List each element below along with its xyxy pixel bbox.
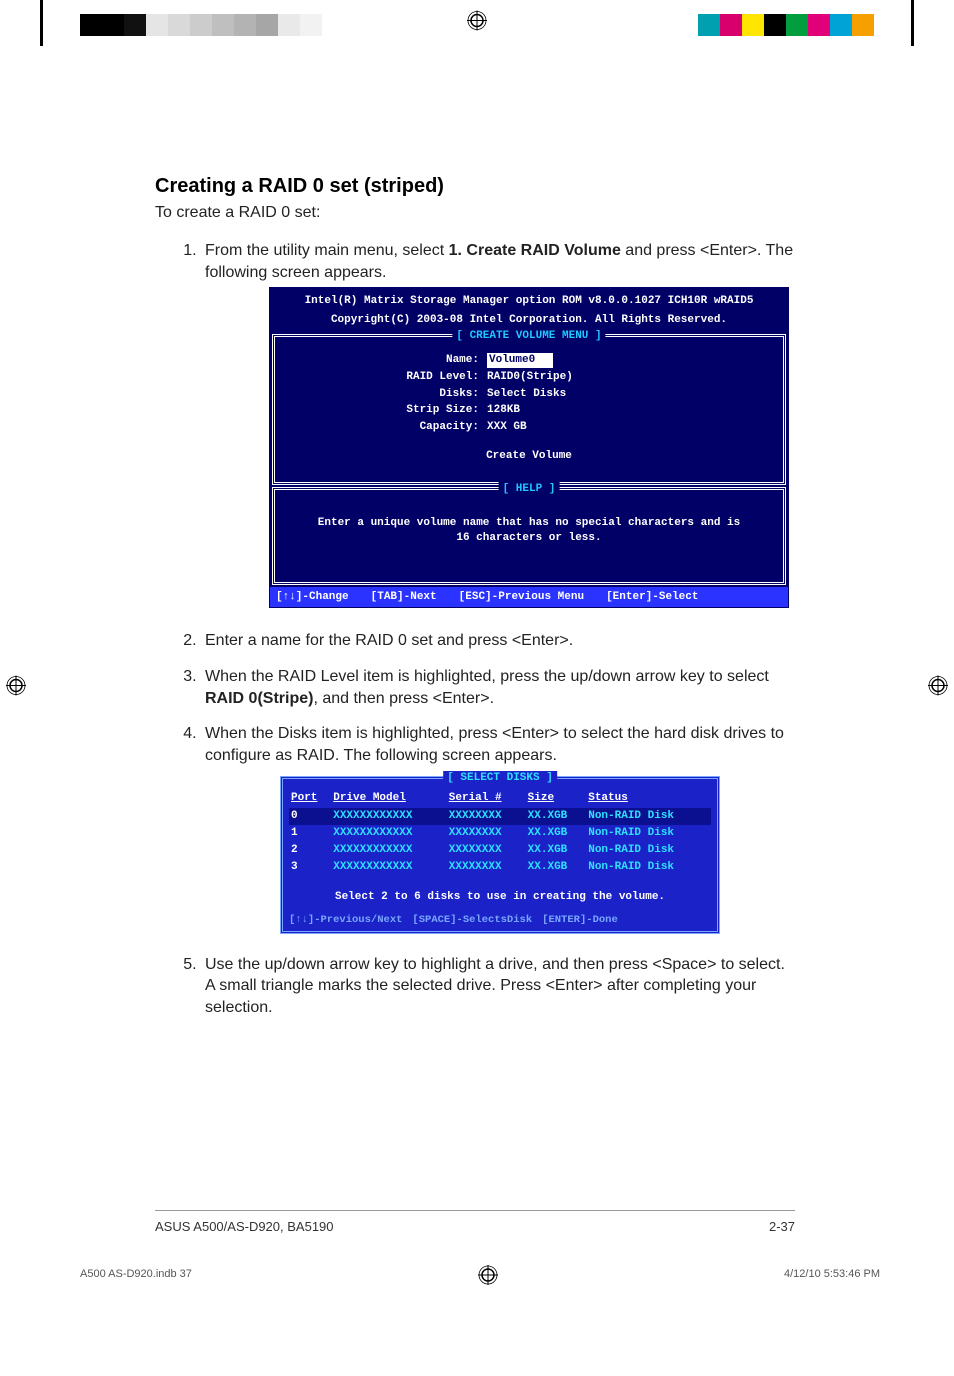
name-label: Name:	[287, 353, 487, 368]
status-next: [TAB]-Next	[371, 590, 437, 605]
bios-header-line1: Intel(R) Matrix Storage Manager option R…	[270, 288, 788, 313]
step-3: When the RAID Level item is highlighted,…	[201, 666, 795, 709]
cell-size: XX.XGB	[526, 808, 587, 825]
bios-help-caption: [ HELP ]	[499, 482, 560, 497]
print-meta-left: A500 AS-D920.indb 37	[80, 1268, 192, 1288]
raid-level-label: RAID Level:	[287, 370, 487, 385]
registration-target-icon	[928, 676, 948, 701]
cell-serial: XXXXXXXX	[447, 808, 526, 825]
col-serial: Serial #	[447, 789, 526, 808]
step-2: Enter a name for the RAID 0 set and pres…	[201, 630, 795, 652]
col-size: Size	[526, 789, 587, 808]
foot-select: [SPACE]-SelectsDisk	[412, 913, 532, 927]
cell-port: 3	[289, 859, 331, 876]
strip-size-value[interactable]: 128KB	[487, 403, 520, 418]
status-change: [↑↓]-Change	[276, 590, 349, 605]
help-text-line2: 16 characters or less.	[287, 531, 771, 546]
footer-left: ASUS A500/AS-D920, BA5190	[155, 1219, 334, 1234]
status-prev: [ESC]-Previous Menu	[459, 590, 584, 605]
registration-target-icon	[478, 1265, 498, 1285]
cell-status: Non-RAID Disk	[586, 859, 711, 876]
step-4: When the Disks item is highlighted, pres…	[201, 723, 795, 933]
capacity-value[interactable]: XXX GB	[487, 420, 527, 435]
cell-model: XXXXXXXXXXXX	[331, 859, 447, 876]
bios-create-panel: [ CREATE VOLUME MENU ] Name:Volume0 RAID…	[272, 334, 786, 485]
print-meta: A500 AS-D920.indb 37 4/12/10 5:53:46 PM	[80, 1268, 880, 1288]
table-row[interactable]: 2XXXXXXXXXXXXXXXXXXXXXX.XGBNon-RAID Disk	[289, 842, 711, 859]
cell-serial: XXXXXXXX	[447, 825, 526, 842]
cell-model: XXXXXXXXXXXX	[331, 842, 447, 859]
select-disks-hint: Select 2 to 6 disks to use in creating t…	[289, 876, 711, 911]
step-list: From the utility main menu, select 1. Cr…	[155, 240, 795, 1018]
crop-tick	[40, 0, 43, 46]
cell-serial: XXXXXXXX	[447, 842, 526, 859]
step-1-text-bold: 1. Create RAID Volume	[449, 242, 621, 259]
color-blocks	[698, 14, 874, 36]
cell-serial: XXXXXXXX	[447, 859, 526, 876]
cell-size: XX.XGB	[526, 859, 587, 876]
crop-tick	[911, 0, 914, 46]
cell-model: XXXXXXXXXXXX	[331, 808, 447, 825]
step-1: From the utility main menu, select 1. Cr…	[201, 240, 795, 608]
page-title: Creating a RAID 0 set (striped)	[155, 175, 795, 198]
cell-status: Non-RAID Disk	[586, 808, 711, 825]
cell-size: XX.XGB	[526, 825, 587, 842]
raid-level-value[interactable]: RAID0(Stripe)	[487, 370, 573, 385]
create-volume-button[interactable]: Create Volume	[287, 449, 771, 464]
bios-status-bar: [↑↓]-Change [TAB]-Next [ESC]-Previous Me…	[270, 587, 788, 608]
step-5: Use the up/down arrow key to highlight a…	[201, 954, 795, 1019]
col-model: Drive Model	[331, 789, 447, 808]
cell-port: 1	[289, 825, 331, 842]
registration-target-icon	[467, 11, 487, 36]
disks-value[interactable]: Select Disks	[487, 387, 566, 402]
col-port: Port	[289, 789, 331, 808]
table-row[interactable]: 1XXXXXXXXXXXXXXXXXXXXXX.XGBNon-RAID Disk	[289, 825, 711, 842]
table-row[interactable]: 0XXXXXXXXXXXXXXXXXXXXXX.XGBNon-RAID Disk	[289, 808, 711, 825]
print-meta-right: 4/12/10 5:53:46 PM	[784, 1268, 880, 1288]
name-input[interactable]: Volume0	[487, 353, 553, 368]
page-footer: ASUS A500/AS-D920, BA5190 2-37	[155, 1210, 795, 1234]
bios-help-panel: [ HELP ] Enter a unique volume name that…	[272, 487, 786, 585]
page-content: Creating a RAID 0 set (striped) To creat…	[155, 175, 795, 1032]
disk-table: Port Drive Model Serial # Size Status 0X…	[289, 789, 711, 875]
foot-done: [ENTER]-Done	[542, 913, 618, 927]
cell-port: 0	[289, 808, 331, 825]
col-status: Status	[586, 789, 711, 808]
bios-select-disks-caption: [ SELECT DISKS ]	[443, 771, 557, 786]
select-disks-footer: [↑↓]-Previous/Next [SPACE]-SelectsDisk […	[289, 911, 711, 929]
footer-right: 2-37	[769, 1219, 795, 1234]
step-4-text: When the Disks item is highlighted, pres…	[205, 725, 784, 764]
capacity-label: Capacity:	[287, 420, 487, 435]
bios-create-caption: [ CREATE VOLUME MENU ]	[452, 329, 605, 344]
step-1-text-a: From the utility main menu, select	[205, 242, 449, 259]
cell-status: Non-RAID Disk	[586, 842, 711, 859]
step-3-text-a: When the RAID Level item is highlighted,…	[205, 668, 769, 685]
strip-size-label: Strip Size:	[287, 403, 487, 418]
step-3-text-bold: RAID 0(Stripe)	[205, 690, 313, 707]
grayscale-blocks	[80, 14, 322, 36]
cell-port: 2	[289, 842, 331, 859]
help-text-line1: Enter a unique volume name that has no s…	[287, 516, 771, 531]
status-select: [Enter]-Select	[606, 590, 698, 605]
cell-size: XX.XGB	[526, 842, 587, 859]
intro-text: To create a RAID 0 set:	[155, 204, 795, 222]
table-row[interactable]: 3XXXXXXXXXXXXXXXXXXXXXX.XGBNon-RAID Disk	[289, 859, 711, 876]
print-registration-bar-top	[0, 0, 954, 46]
bios-create-volume-screenshot: Intel(R) Matrix Storage Manager option R…	[269, 287, 789, 608]
foot-prevnext: [↑↓]-Previous/Next	[289, 913, 402, 927]
disks-label: Disks:	[287, 387, 487, 402]
cell-model: XXXXXXXXXXXX	[331, 825, 447, 842]
step-3-text-c: , and then press <Enter>.	[313, 690, 494, 707]
registration-target-icon	[6, 676, 26, 701]
bios-select-disks-screenshot: [ SELECT DISKS ] Port Drive Model Serial…	[280, 776, 720, 933]
cell-status: Non-RAID Disk	[586, 825, 711, 842]
